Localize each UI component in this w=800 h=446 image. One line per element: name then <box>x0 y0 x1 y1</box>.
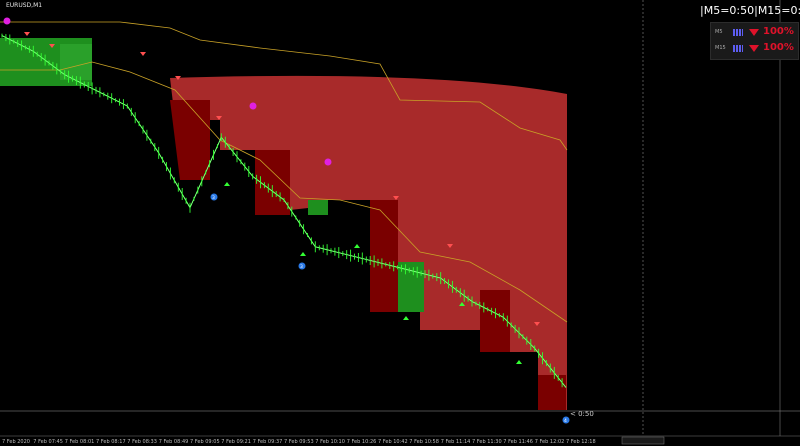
signal-panel: M5 100% M15 100% <box>710 22 799 60</box>
row-timeframe: M15 <box>715 45 726 51</box>
signal-row-m5: M5 100% <box>715 26 795 40</box>
marker-label: 4 <box>564 418 567 424</box>
arrow-up <box>354 244 360 248</box>
chart-canvas: 3 3 4 < 0:50 7 Feb 2020 7 Feb 07:45 7 Feb … <box>0 0 800 445</box>
x-tick-label: 7 Feb 09:37 <box>253 439 283 445</box>
x-tick-label: 7 Feb 11:14 <box>441 439 471 445</box>
marker-label: 3 <box>300 264 303 270</box>
x-tick-label: 7 Feb 10:26 <box>347 439 377 445</box>
bull-zone <box>308 200 328 215</box>
zone-layer <box>0 38 567 411</box>
x-tick-label: 7 Feb 10:10 <box>315 439 345 445</box>
x-tick-label: 7 Feb 09:05 <box>190 439 220 445</box>
timeframe-timer: |M5=0:50|M15=0:50 <box>700 4 800 17</box>
x-tick-label: 7 Feb 10:58 <box>409 439 439 445</box>
bear-zone-dark <box>480 290 510 352</box>
x-tick-label: 7 Feb 11:46 <box>503 439 533 445</box>
bear-zone-dark <box>170 100 210 180</box>
down-arrow-icon <box>749 45 759 52</box>
grid-icon <box>733 29 743 36</box>
x-tick-label: 7 Feb 09:53 <box>284 439 314 445</box>
down-arrow-icon <box>749 29 759 36</box>
x-tick-label: 7 Feb 09:21 <box>221 439 251 445</box>
arrow-up <box>516 360 522 364</box>
x-tick-label: 7 Feb 2020 <box>2 439 30 445</box>
arrow-down <box>24 32 30 36</box>
peak-marker <box>249 102 257 110</box>
signal-row-m15: M15 100% <box>715 42 795 56</box>
arrow-down <box>140 52 146 56</box>
x-tick-label: 7 Feb 07:45 <box>33 439 63 445</box>
x-tick-label: 7 Feb 08:17 <box>96 439 126 445</box>
x-tick-label: 7 Feb 12:02 <box>535 439 565 445</box>
arrow-up <box>403 316 409 320</box>
signal-strength: 100% <box>763 26 794 37</box>
x-tick-label: 7 Feb 08:49 <box>159 439 189 445</box>
x-tick-label: 7 Feb 11:30 <box>472 439 502 445</box>
x-axis-ticks: 7 Feb 2020 7 Feb 07:45 7 Feb 08:01 7 Feb 08… <box>2 439 596 445</box>
row-timeframe: M5 <box>715 29 723 35</box>
grid-icon <box>733 45 743 52</box>
bear-zone <box>170 75 567 411</box>
crosshair-date-box <box>621 436 665 445</box>
x-tick-label: 7 Feb 10:42 <box>378 439 408 445</box>
peak-marker <box>3 17 11 25</box>
arrow-up <box>224 182 230 186</box>
x-tick-label: 7 Feb 12:18 <box>566 439 596 445</box>
x-tick-label: 7 Feb 08:33 <box>127 439 157 445</box>
countdown-label: < 0:50 <box>570 410 594 418</box>
marker-label: 3 <box>212 195 215 201</box>
arrow-up <box>300 252 306 256</box>
peak-marker <box>324 158 332 166</box>
symbol-label: EURUSD,M1 <box>6 2 43 9</box>
signal-strength: 100% <box>763 42 794 53</box>
x-tick-label: 7 Feb 08:01 <box>65 439 95 445</box>
